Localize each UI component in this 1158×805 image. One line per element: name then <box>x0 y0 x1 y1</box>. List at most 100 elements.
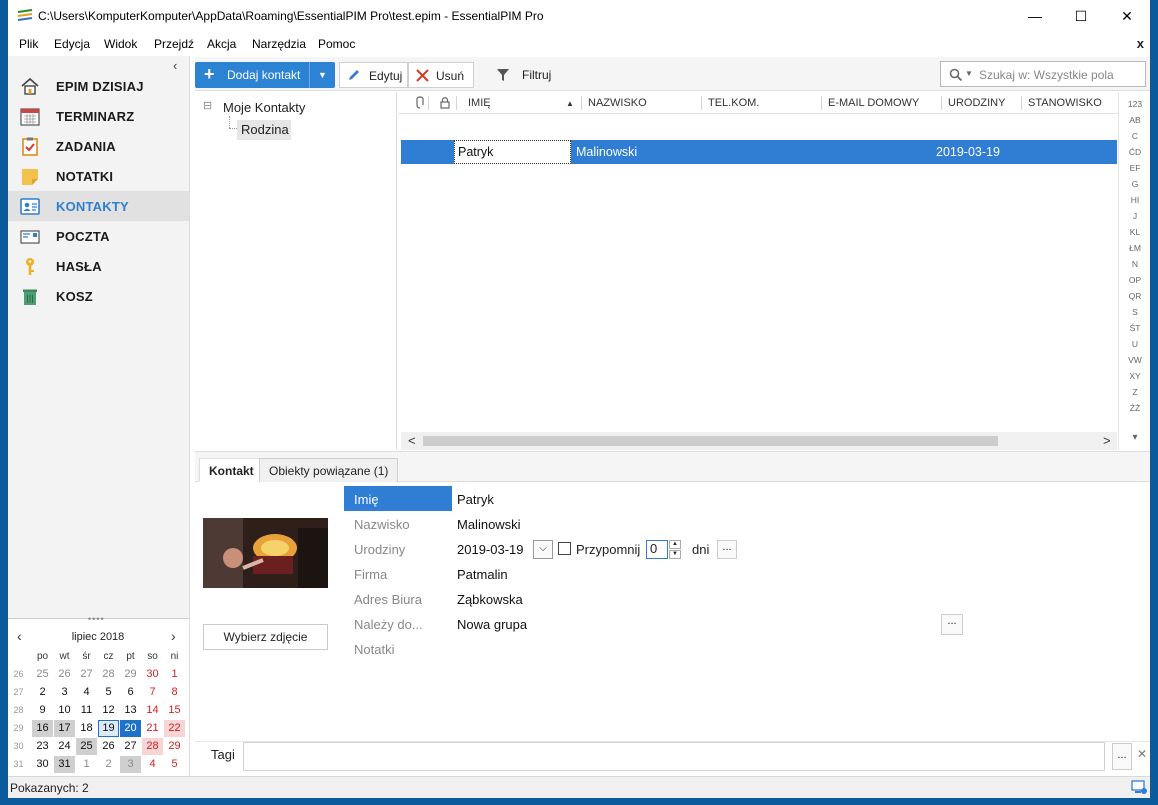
field-value-nalezy-do[interactable]: Nowa grupa <box>457 617 527 632</box>
menu-widok[interactable]: Widok <box>104 37 137 51</box>
alphabet-index-item[interactable]: HI <box>1119 195 1150 205</box>
calendar-day[interactable]: 27 <box>76 666 97 683</box>
alphabet-index-item[interactable]: VW <box>1119 355 1150 365</box>
calendar-day[interactable]: 17 <box>54 720 75 737</box>
remind-days-input[interactable]: 0 <box>646 540 668 559</box>
column-header-email-domowy[interactable]: E-MAIL DOMOWY <box>828 97 919 109</box>
sidebar-item-hasla[interactable]: HASŁA <box>8 251 189 281</box>
calendar-day[interactable]: 16 <box>32 720 53 737</box>
calendar-day[interactable]: 6 <box>120 684 141 701</box>
spin-down-icon[interactable]: ▼ <box>669 550 681 559</box>
calendar-day[interactable]: 5 <box>98 684 119 701</box>
calendar-prev-icon[interactable]: ‹ <box>17 628 22 644</box>
alphabet-index-item[interactable]: ŚT <box>1119 323 1150 333</box>
column-header-tel-kom[interactable]: TEL.KOM. <box>708 97 759 109</box>
column-header-imie[interactable]: IMIĘ <box>468 97 491 109</box>
menu-edycja[interactable]: Edycja <box>54 37 90 51</box>
calendar-day[interactable]: 20 <box>120 720 141 737</box>
tab-obiekty-powiazane[interactable]: Obiekty powiązane (1) <box>259 458 399 482</box>
column-separator[interactable] <box>821 96 822 110</box>
calendar-day[interactable]: 7 <box>142 684 163 701</box>
calendar-month-title[interactable]: lipiec 2018 <box>58 631 138 643</box>
menu-close-icon[interactable]: x <box>1137 36 1144 51</box>
alphabet-index-item[interactable]: KL <box>1119 227 1150 237</box>
menu-akcja[interactable]: Akcja <box>207 37 236 51</box>
calendar-day[interactable]: 5 <box>164 756 185 773</box>
calendar-day[interactable]: 1 <box>164 666 185 683</box>
delete-button[interactable]: Usuń <box>408 62 474 88</box>
menu-narzedzia[interactable]: Narzędzia <box>252 37 306 51</box>
scroll-left-icon[interactable]: < <box>408 433 416 448</box>
alphabet-index-item[interactable]: N <box>1119 259 1150 269</box>
tree-item-rodzina[interactable]: Rodzina <box>237 120 291 140</box>
alphabet-index-item[interactable]: 123 <box>1119 99 1150 109</box>
calendar-day[interactable]: 11 <box>76 702 97 719</box>
calendar-day[interactable]: 28 <box>98 666 119 683</box>
calendar-day[interactable]: 29 <box>120 666 141 683</box>
calendar-day[interactable]: 12 <box>98 702 119 719</box>
alphabet-index-item[interactable]: C <box>1119 131 1150 141</box>
add-contact-button[interactable]: + Dodaj kontakt ▼ <box>195 62 335 88</box>
calendar-day[interactable]: 30 <box>32 756 53 773</box>
column-separator[interactable] <box>941 96 942 110</box>
filter-button[interactable]: Filtruj <box>488 62 558 88</box>
calendar-day[interactable]: 26 <box>98 738 119 755</box>
calendar-day[interactable]: 30 <box>142 666 163 683</box>
column-header-urodziny[interactable]: URODZINY <box>948 97 1005 109</box>
column-separator[interactable] <box>701 96 702 110</box>
alphabet-index-item[interactable]: U <box>1119 339 1150 349</box>
calendar-day[interactable]: 4 <box>142 756 163 773</box>
column-header-stanowisko[interactable]: STANOWISKO <box>1028 97 1102 109</box>
alphabet-index-item[interactable]: OP <box>1119 275 1150 285</box>
calendar-day[interactable]: 23 <box>32 738 53 755</box>
alphabet-scroll-down-icon[interactable]: ▾ <box>1119 432 1150 443</box>
calendar-day[interactable]: 3 <box>54 684 75 701</box>
alphabet-index-item[interactable]: G <box>1119 179 1150 189</box>
calendar-day[interactable]: 25 <box>76 738 97 755</box>
calendar-day[interactable]: 4 <box>76 684 97 701</box>
calendar-day[interactable]: 22 <box>164 720 185 737</box>
group-picker-button[interactable]: ... <box>941 614 963 635</box>
calendar-day[interactable]: 14 <box>142 702 163 719</box>
spin-up-icon[interactable]: ▲ <box>669 540 681 549</box>
contact-photo[interactable] <box>203 518 328 588</box>
calendar-day[interactable]: 31 <box>54 756 75 773</box>
alphabet-index-item[interactable]: QR <box>1119 291 1150 301</box>
sidebar-item-notatki[interactable]: NOTATKI <box>8 161 189 191</box>
alphabet-index-item[interactable]: ĆD <box>1119 147 1150 157</box>
alphabet-index-item[interactable]: EF <box>1119 163 1150 173</box>
menu-pomoc[interactable]: Pomoc <box>318 37 355 51</box>
date-picker-chevron-icon[interactable]: ⌵ <box>533 540 553 559</box>
calendar-day[interactable]: 27 <box>120 738 141 755</box>
sidebar-item-terminarz[interactable]: TERMINARZ <box>8 101 189 131</box>
sidebar-item-kontakty[interactable]: KONTAKTY <box>8 191 189 221</box>
scroll-right-icon[interactable]: > <box>1103 433 1111 448</box>
chevron-down-icon[interactable]: ▼ <box>309 62 335 88</box>
field-value-urodziny[interactable]: 2019-03-19 <box>457 542 524 557</box>
column-separator[interactable] <box>428 96 429 110</box>
column-separator[interactable] <box>581 96 582 110</box>
resize-grip-icon[interactable]: •••• <box>88 614 105 624</box>
column-header-nazwisko[interactable]: NAZWISKO <box>588 97 647 109</box>
calendar-day[interactable]: 29 <box>164 738 185 755</box>
sidebar-item-poczta[interactable]: POCZTA <box>8 221 189 251</box>
alphabet-index-item[interactable]: XY <box>1119 371 1150 381</box>
calendar-day[interactable]: 26 <box>54 666 75 683</box>
field-value-firma[interactable]: Patmalin <box>457 567 508 582</box>
tags-input[interactable] <box>243 742 1105 771</box>
remind-options-button[interactable]: ... <box>717 540 737 559</box>
calendar-day[interactable]: 19 <box>98 720 119 737</box>
field-value-adres-biura[interactable]: Ząbkowska <box>457 592 523 607</box>
column-separator[interactable] <box>456 96 457 110</box>
search-input[interactable]: ▼ Szukaj w: Wszystkie pola <box>940 61 1146 87</box>
lock-icon[interactable] <box>440 96 450 109</box>
alphabet-index-item[interactable]: AB <box>1119 115 1150 125</box>
calendar-day[interactable]: 2 <box>32 684 53 701</box>
sidebar-item-kosz[interactable]: KOSZ <box>8 281 189 311</box>
alphabet-index-item[interactable]: S <box>1119 307 1150 317</box>
maximize-button[interactable]: ☐ <box>1058 0 1104 32</box>
calendar-day[interactable]: 9 <box>32 702 53 719</box>
calendar-day[interactable]: 28 <box>142 738 163 755</box>
table-row[interactable]: Patryk Malinowski 2019-03-19 <box>401 140 1117 164</box>
tags-picker-button[interactable]: ... <box>1112 743 1132 770</box>
